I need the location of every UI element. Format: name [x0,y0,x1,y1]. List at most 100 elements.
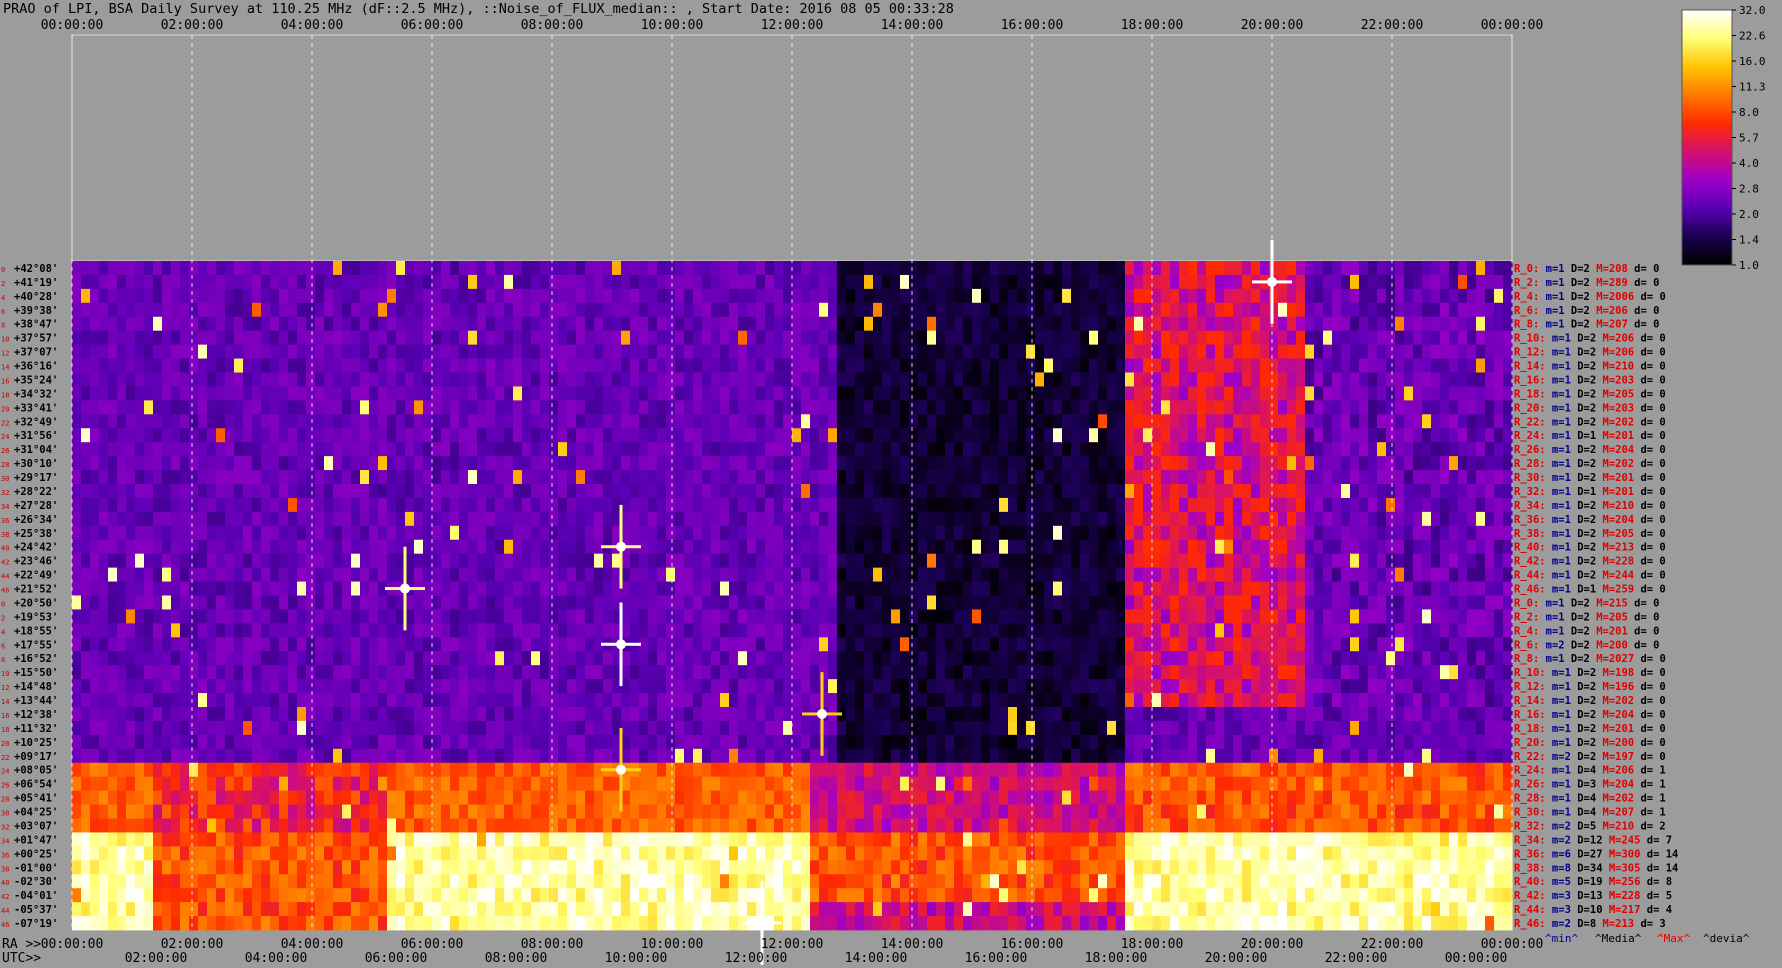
heatmap-cell [1044,330,1054,346]
heatmap-cell [126,567,136,582]
heatmap-cell [891,484,901,499]
heatmap-cell [675,511,685,527]
heatmap-cell [1107,442,1117,457]
heatmap-cell [297,442,307,457]
heatmap-cell [288,386,298,401]
heatmap-cell [1494,637,1504,652]
heatmap-cell [720,400,730,415]
heatmap-cell [684,623,694,638]
heatmap-cell [1287,344,1297,359]
heatmap-cell [252,651,262,666]
heatmap-cell [792,302,802,318]
heatmap-cell [810,316,820,332]
heatmap-cell [1449,595,1459,610]
heatmap-cell [747,386,757,401]
heatmap-cell [1341,274,1351,290]
heatmap-cell [675,400,685,415]
heatmap-cell [810,539,820,555]
heatmap-cell [1296,316,1306,332]
heatmap-cell [576,497,586,513]
heatmap-cell [1116,637,1126,652]
heatmap-cell [549,288,559,304]
heatmap-cell [234,400,244,415]
heatmap-cell [486,623,496,638]
heatmap-cell [828,358,838,373]
heatmap-cell [747,261,757,276]
heatmap-cell [216,414,226,429]
heatmap-cell [1233,581,1243,596]
heatmap-cell [738,316,748,332]
heatmap-cell [1242,261,1252,276]
heatmap-cell [495,414,505,429]
heatmap-cell [1080,414,1090,429]
heatmap-cell [1098,497,1108,513]
heatmap-cell [324,623,334,638]
heatmap-cell [108,609,118,624]
heatmap-cell [1161,609,1171,624]
heatmap-cell [1494,428,1504,443]
heatmap-cell [720,316,730,332]
heatmap-cell [1170,665,1180,680]
heatmap-cell [243,470,253,485]
heatmap-cell [594,344,604,359]
heatmap-cell [486,595,496,610]
heatmap-cell [486,372,496,387]
heatmap-cell [846,679,856,694]
heatmap-cell [711,414,721,429]
heatmap-cell [189,651,199,666]
heatmap-cell [1449,316,1459,332]
heatmap-cell [540,316,550,332]
heatmap-cell [1035,497,1045,513]
heatmap-cell [891,665,901,680]
heatmap-cell [360,302,370,318]
heatmap-cell [540,581,550,596]
heatmap-cell [1251,386,1261,401]
heatmap-cell [270,525,280,541]
heatmap-cell [729,511,739,527]
heatmap-cell [1233,274,1243,290]
heatmap-cell [495,274,505,290]
heatmap-cell [1062,302,1072,318]
heatmap-cell [720,567,730,582]
heatmap-cell [783,553,793,569]
heatmap-cell [1071,400,1081,415]
heatmap-cell [585,372,595,387]
heatmap-cell [1134,651,1144,666]
heatmap-cell [1440,386,1450,401]
heatmap-cell [1287,553,1297,569]
heatmap-cell [1359,442,1369,457]
heatmap-cell [126,428,136,443]
heatmap-cell [558,665,568,680]
heatmap-cell [999,288,1009,304]
heatmap-cell [1089,484,1099,499]
heatmap-cell [180,330,190,346]
heatmap-cell [810,400,820,415]
heatmap-cell [1071,330,1081,346]
heatmap-cell [387,400,397,415]
heatmap-cell [324,637,334,652]
heatmap-cell [198,316,208,332]
heatmap-cell [1062,358,1072,373]
heatmap-cell [459,497,469,513]
heatmap-cell [1494,553,1504,569]
heatmap-cell [792,539,802,555]
heatmap-cell [126,539,136,555]
heatmap-cell [567,302,577,318]
heatmap-cell [1026,358,1036,373]
heatmap-cell [234,651,244,666]
heatmap-cell [1143,595,1153,610]
heatmap-cell [1269,456,1279,471]
heatmap-cell [189,553,199,569]
heatmap-cell [450,539,460,555]
heatmap-cell [252,428,262,443]
heatmap-cell [1422,274,1432,290]
heatmap-cell [603,623,613,638]
heatmap-cell [1377,386,1387,401]
heatmap-cell [486,358,496,373]
heatmap-cell [216,386,226,401]
heatmap-cell [1260,358,1270,373]
heatmap-cell [567,497,577,513]
heatmap-cell [1260,302,1270,318]
heatmap-cell [360,553,370,569]
heatmap-cell [819,261,829,276]
